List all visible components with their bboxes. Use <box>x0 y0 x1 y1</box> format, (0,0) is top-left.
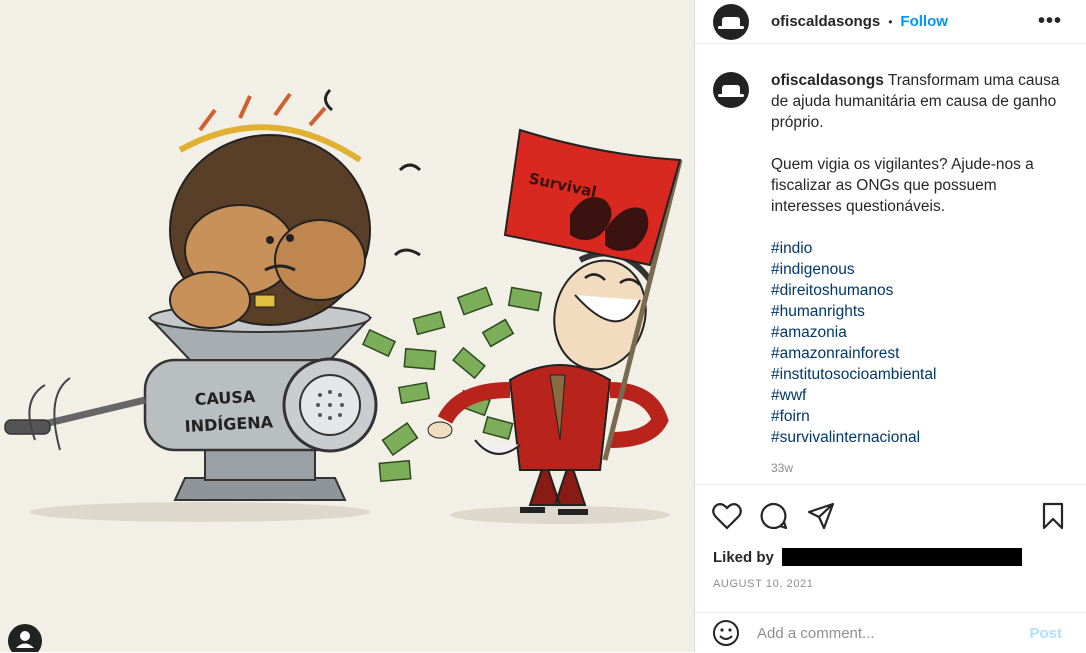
caption-text: ofiscaldasongs Transformam uma causa de a… <box>771 70 1066 479</box>
hashtag-link[interactable]: #foirn <box>771 406 1066 427</box>
hashtag-link[interactable]: #amazonrainforest <box>771 343 1066 364</box>
liked-by-label: Liked by <box>713 548 774 566</box>
people-in-grinder <box>169 88 422 329</box>
post-image[interactable]: CAUSA INDÍGENA Survival <box>0 0 694 652</box>
grinder-label: CAUSA <box>194 387 256 409</box>
redacted-name-bar <box>781 548 1022 566</box>
caption-area: ofiscaldasongs Transformam uma causa de a… <box>713 70 1066 480</box>
hashtag-link[interactable]: #amazonia <box>771 322 1066 343</box>
user-icon <box>16 631 34 648</box>
separator-dot: • <box>888 14 893 29</box>
hashtag-link[interactable]: #indigenous <box>771 259 1066 280</box>
comment-icon[interactable] <box>759 501 789 531</box>
meat-grinder: CAUSA INDÍGENA <box>4 303 378 501</box>
bookmark-icon[interactable] <box>1041 502 1065 530</box>
hashtag-list: #indio #indigenous #direitoshumanos #hum… <box>771 238 1066 448</box>
caption-avatar[interactable] <box>713 72 749 108</box>
caption-paragraph-2: Quem vigia os vigilantes? Ajude-nos a fi… <box>771 156 1034 215</box>
send-icon[interactable] <box>806 501 836 531</box>
follow-button[interactable]: Follow <box>900 13 948 30</box>
hashtag-link[interactable]: #survivalinternacional <box>771 427 1066 448</box>
action-bar <box>695 484 1086 545</box>
post-date: AUGUST 10, 2021 <box>713 578 814 590</box>
caption-username[interactable]: ofiscaldasongs <box>771 72 884 89</box>
post-comment-button[interactable]: Post <box>1029 625 1062 642</box>
hashtag-link[interactable]: #direitoshumanos <box>771 280 1066 301</box>
hashtag-link[interactable]: #indio <box>771 238 1066 259</box>
author-username[interactable]: ofiscaldasongs <box>771 13 880 30</box>
post-header: ofiscaldasongs • Follow ••• <box>695 0 1086 44</box>
caption-time-ago: 33w <box>771 461 794 475</box>
heart-icon[interactable] <box>712 502 742 530</box>
hashtag-link[interactable]: #humanrights <box>771 301 1066 322</box>
comment-input[interactable]: Add a comment... <box>757 625 1029 642</box>
liked-by: Liked by <box>713 548 1022 566</box>
author-avatar[interactable] <box>713 3 749 40</box>
comment-bar: Add a comment... Post <box>695 612 1086 653</box>
hashtag-link[interactable]: #institutosocioambiental <box>771 364 1066 385</box>
smiley-icon[interactable] <box>711 618 741 648</box>
cartoon-illustration: CAUSA INDÍGENA Survival <box>4 88 683 524</box>
post-sidebar: ofiscaldasongs • Follow ••• ofiscaldason… <box>694 0 1086 652</box>
profile-avatar-button[interactable] <box>8 624 42 652</box>
hashtag-link[interactable]: #wwf <box>771 385 1066 406</box>
more-options-icon[interactable]: ••• <box>1038 10 1062 33</box>
